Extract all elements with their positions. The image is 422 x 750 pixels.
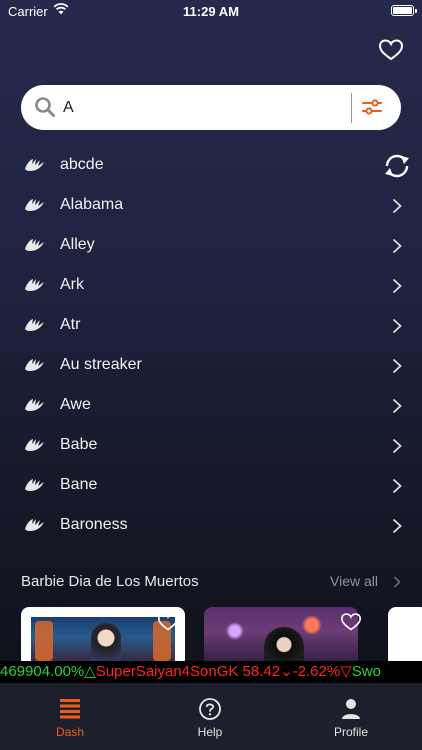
brand-logo-icon <box>24 158 46 177</box>
brand-logo-icon <box>24 358 46 377</box>
result-label: Ark <box>60 276 84 293</box>
result-row[interactable]: Awe <box>0 386 422 426</box>
section-header: Barbie Dia de Los Muertos View all <box>21 571 401 591</box>
chevron-right-icon[interactable] <box>393 575 401 593</box>
result-label: abcde <box>60 156 104 173</box>
brand-logo-icon <box>24 518 46 537</box>
favorites-heart-icon[interactable] <box>378 38 404 62</box>
result-row[interactable]: Au streaker <box>0 346 422 386</box>
search-divider <box>351 93 352 123</box>
result-row[interactable]: Ark <box>0 266 422 306</box>
ticker-symbol-next: Swo <box>351 663 381 680</box>
ticker-down-arrow: ▽ <box>340 663 352 680</box>
brand-logo-icon <box>24 278 46 297</box>
chevron-right-icon <box>392 518 402 539</box>
tab-dash-label: Dash <box>55 725 84 739</box>
product-image <box>204 607 358 667</box>
tab-dash[interactable]: Dash <box>0 683 140 750</box>
clock: 11:29 AM <box>183 4 239 19</box>
brand-logo-icon <box>24 438 46 457</box>
result-row[interactable]: Alabama <box>0 186 422 226</box>
result-label: Babe <box>60 436 98 453</box>
brand-logo-icon <box>24 398 46 417</box>
brand-logo-icon <box>24 198 46 217</box>
search-icon <box>34 96 56 123</box>
chevron-right-icon <box>392 358 402 379</box>
help-question-icon <box>198 697 222 726</box>
search-bar <box>21 85 401 130</box>
search-results-list: abcde Alabama Alley Ark Atr Au streaker <box>0 146 422 546</box>
chevron-right-icon <box>392 478 402 499</box>
tab-profile-label: Profile <box>333 725 368 739</box>
tab-bar: Dash Help Profile <box>0 683 422 750</box>
chevron-right-icon <box>392 278 402 299</box>
product-card[interactable] <box>388 607 422 667</box>
tab-help-label: Help <box>197 725 223 739</box>
status-bar: Carrier 11:29 AM <box>0 0 422 24</box>
result-label: Bane <box>60 476 98 493</box>
brand-logo-icon <box>24 478 46 497</box>
sync-icon[interactable] <box>382 153 412 184</box>
product-card[interactable] <box>21 607 185 667</box>
product-card[interactable] <box>204 607 368 667</box>
section-title: Barbie Dia de Los Muertos <box>21 573 199 590</box>
search-input[interactable] <box>63 94 333 121</box>
result-row[interactable]: Alley <box>0 226 422 266</box>
result-label: Atr <box>60 316 81 333</box>
result-label: Baroness <box>60 516 128 533</box>
battery-icon <box>391 5 417 16</box>
result-label: Alabama <box>60 196 124 213</box>
tab-help[interactable]: Help <box>140 683 280 750</box>
view-all-link[interactable]: View all <box>330 573 378 589</box>
tab-profile[interactable]: Profile <box>281 683 421 750</box>
heart-icon[interactable] <box>157 612 179 637</box>
stock-ticker: 469904.00%△ SuperSaiyan4SonGK 58.42⌄-2.6… <box>0 661 422 683</box>
brand-logo-icon <box>24 238 46 257</box>
result-row[interactable]: Baroness <box>0 506 422 546</box>
result-row[interactable]: abcde <box>0 146 422 186</box>
chevron-right-icon <box>392 438 402 459</box>
ticker-symbol-price: SuperSaiyan4SonGK 58.42 <box>95 663 281 680</box>
profile-person-icon <box>339 697 363 726</box>
result-row[interactable]: Atr <box>0 306 422 346</box>
chevron-right-icon <box>392 398 402 419</box>
result-row[interactable]: Bane <box>0 466 422 506</box>
list-icon <box>58 697 82 724</box>
result-label: Alley <box>60 236 95 253</box>
chevron-right-icon <box>392 198 402 219</box>
heart-icon[interactable] <box>340 612 362 637</box>
brand-logo-icon <box>24 318 46 337</box>
result-label: Awe <box>60 396 91 413</box>
ticker-change-down: ⌄-2.62% <box>280 663 341 680</box>
result-label: Au streaker <box>60 356 142 373</box>
chevron-right-icon <box>392 238 402 259</box>
filter-sliders-icon[interactable] <box>361 97 383 122</box>
ticker-change-up: 469904.00%△ <box>0 663 96 680</box>
result-row[interactable]: Babe <box>0 426 422 466</box>
chevron-right-icon <box>392 318 402 339</box>
product-image <box>31 617 175 667</box>
